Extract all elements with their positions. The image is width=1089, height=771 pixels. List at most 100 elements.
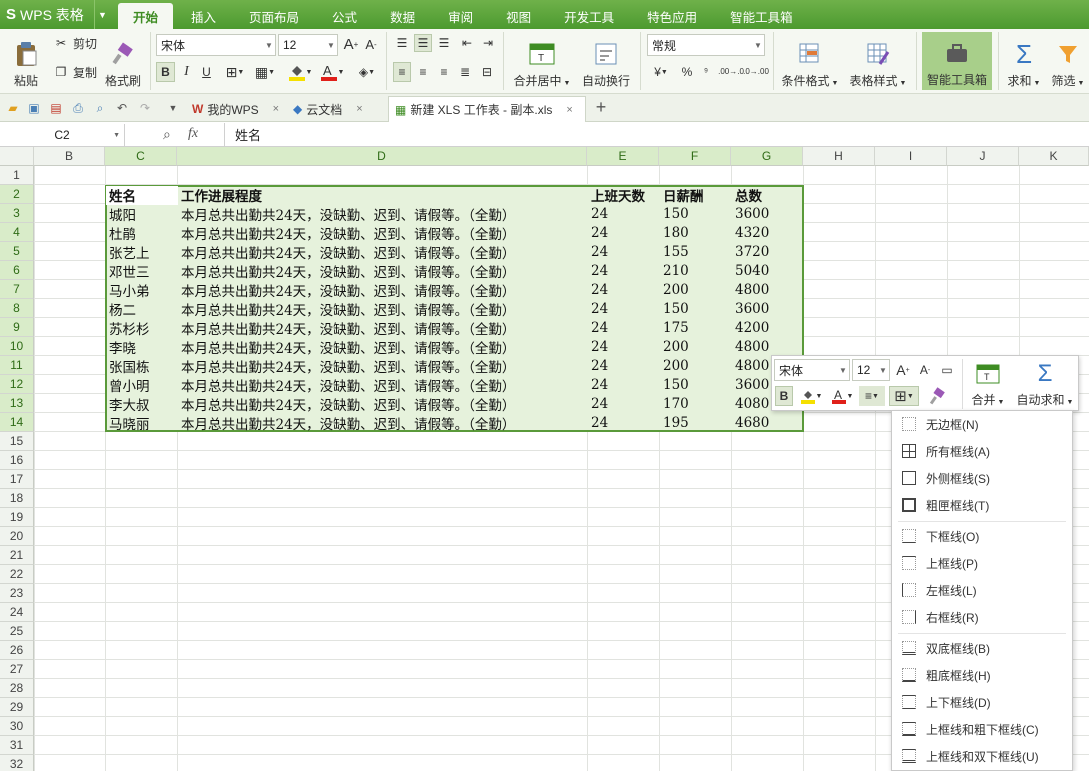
decrease-decimal-button[interactable]: .0→.00	[743, 62, 769, 82]
row-header[interactable]: 18	[0, 489, 34, 508]
italic-button[interactable]: I	[178, 62, 195, 82]
border-menu-item[interactable]: 无边框(N)	[892, 411, 1072, 437]
row-header[interactable]: 20	[0, 527, 34, 546]
row-header[interactable]: 5	[0, 242, 34, 261]
table-cell[interactable]: 李晓	[107, 337, 177, 357]
table-cell[interactable]: 本月总共出勤共24天，没缺勤、迟到、请假等。（全勤）	[179, 299, 587, 319]
tab-formulas[interactable]: 公式	[317, 3, 372, 29]
tab-review[interactable]: 审阅	[433, 3, 488, 29]
tab-home[interactable]: 开始	[118, 3, 174, 29]
app-menu-button[interactable]: S WPS 表格 ▼	[0, 0, 110, 29]
row-header[interactable]: 6	[0, 261, 34, 280]
table-cell[interactable]: 210	[661, 261, 731, 280]
row-header[interactable]: 32	[0, 755, 34, 771]
close-icon[interactable]: ×	[566, 104, 572, 116]
align-bottom-icon[interactable]: ☰	[435, 34, 453, 52]
table-cell[interactable]: 3600	[733, 299, 803, 318]
table-cell[interactable]: 马晓丽	[107, 413, 177, 433]
paste-button[interactable]: 粘贴	[6, 31, 46, 91]
column-title-cell[interactable]: 总数	[733, 185, 803, 205]
column-header-e[interactable]: E	[587, 147, 659, 166]
close-icon[interactable]: ×	[356, 103, 362, 115]
row-header[interactable]: 17	[0, 470, 34, 489]
table-cell[interactable]: 4200	[733, 318, 803, 337]
row-header[interactable]: 9	[0, 318, 34, 337]
row-header[interactable]: 30	[0, 717, 34, 736]
align-center-icon[interactable]: ≡	[414, 62, 432, 82]
smart-toolbox-button[interactable]: 智能工具箱	[922, 32, 992, 90]
table-cell[interactable]: 24	[589, 204, 659, 223]
table-cell[interactable]: 杜鹃	[107, 223, 177, 243]
mini-increase-font-icon[interactable]: A +	[894, 360, 912, 380]
distributed-icon[interactable]: ⊟	[477, 62, 497, 82]
mini-merge-button[interactable]: T 合并 ▼	[966, 358, 1010, 410]
table-cell[interactable]: 张国栋	[107, 356, 177, 376]
table-cell[interactable]: 200	[661, 337, 731, 356]
table-style-button[interactable]: 表格样式 ▼	[846, 31, 910, 91]
align-top-icon[interactable]: ☰	[393, 34, 411, 52]
table-cell[interactable]: 4320	[733, 223, 803, 242]
row-header[interactable]: 13	[0, 394, 34, 413]
mini-font-size-select[interactable]: 12 ▼	[852, 359, 890, 381]
column-header-h[interactable]: H	[803, 147, 875, 166]
chevron-down-icon[interactable]: ▼	[164, 99, 182, 117]
undo-icon[interactable]: ↶	[113, 99, 131, 117]
table-cell[interactable]: 本月总共出勤共24天，没缺勤、迟到、请假等。（全勤）	[179, 318, 587, 338]
table-cell[interactable]: 本月总共出勤共24天，没缺勤、迟到、请假等。（全勤）	[179, 280, 587, 300]
table-cell[interactable]: 本月总共出勤共24天，没缺勤、迟到、请假等。（全勤）	[179, 223, 587, 243]
new-tab-icon[interactable]: +	[592, 97, 610, 117]
border-menu-item[interactable]: 双底框线(B)	[892, 635, 1072, 661]
border-menu-item[interactable]: 上框线(P)	[892, 550, 1072, 576]
table-cell[interactable]: 4800	[733, 337, 803, 356]
table-cell[interactable]: 张艺上	[107, 242, 177, 262]
table-cell[interactable]: 邓世三	[107, 261, 177, 281]
table-cell[interactable]: 24	[589, 394, 659, 413]
table-cell[interactable]: 24	[589, 337, 659, 356]
underline-button[interactable]: U	[198, 62, 215, 82]
column-header-f[interactable]: F	[659, 147, 731, 166]
row-header[interactable]: 23	[0, 584, 34, 603]
print-icon[interactable]: ⎙	[69, 99, 87, 117]
mini-font-name-select[interactable]: 宋体 ▼	[774, 359, 850, 381]
table-cell[interactable]: 24	[589, 318, 659, 337]
column-title-cell[interactable]: 上班天数	[589, 185, 659, 205]
border-menu-item[interactable]: 外侧框线(S)	[892, 465, 1072, 491]
table-cell[interactable]: 24	[589, 261, 659, 280]
fill-color-button[interactable]: ▼	[286, 62, 314, 82]
table-cell[interactable]: 3720	[733, 242, 803, 261]
tab-current-workbook[interactable]: ▦ 新建 XLS 工作表 - 副本.xls ×	[388, 96, 586, 122]
column-title-cell[interactable]: 姓名	[107, 185, 177, 205]
row-header[interactable]: 15	[0, 432, 34, 451]
table-cell[interactable]: 本月总共出勤共24天，没缺勤、迟到、请假等。（全勤）	[179, 356, 587, 376]
table-cell[interactable]: 本月总共出勤共24天，没缺勤、迟到、请假等。（全勤）	[179, 261, 587, 281]
row-header[interactable]: 10	[0, 337, 34, 356]
table-cell[interactable]: 24	[589, 356, 659, 375]
row-header[interactable]: 24	[0, 603, 34, 622]
decrease-font-icon[interactable]: A-	[362, 34, 380, 54]
border-menu-item[interactable]: 上框线和双下框线(U)	[892, 743, 1072, 769]
table-cell[interactable]: 150	[661, 204, 731, 223]
tab-data[interactable]: 数据	[375, 3, 430, 29]
filter-button[interactable]: 筛选 ▼	[1048, 31, 1088, 91]
font-name-select[interactable]: 宋体 ▼	[156, 34, 276, 56]
table-cell[interactable]: 苏杉杉	[107, 318, 177, 338]
borders-button[interactable]: ⊞ ▼	[222, 62, 248, 82]
tab-special[interactable]: 特色应用	[632, 3, 712, 29]
table-cell[interactable]: 马小弟	[107, 280, 177, 300]
mini-align-button[interactable]: ≡ ▼	[859, 386, 885, 406]
zoom-function-icon[interactable]: ⌕	[163, 126, 171, 143]
table-cell[interactable]: 本月总共出勤共24天，没缺勤、迟到、请假等。（全勤）	[179, 204, 587, 224]
row-header[interactable]: 8	[0, 299, 34, 318]
align-left-icon[interactable]: ≡	[393, 62, 411, 82]
column-header-c[interactable]: C	[105, 147, 177, 166]
align-right-icon[interactable]: ≡	[435, 62, 453, 82]
table-cell[interactable]: 24	[589, 375, 659, 394]
row-header[interactable]: 25	[0, 622, 34, 641]
wrap-text-button[interactable]: 自动换行	[580, 31, 632, 91]
table-cell[interactable]: 4800	[733, 280, 803, 299]
table-cell[interactable]: 杨二	[107, 299, 177, 319]
row-header[interactable]: 11	[0, 356, 34, 375]
row-header[interactable]: 31	[0, 736, 34, 755]
tab-smart-toolbox[interactable]: 智能工具箱	[715, 3, 808, 29]
font-size-select[interactable]: 12 ▼	[278, 34, 338, 56]
